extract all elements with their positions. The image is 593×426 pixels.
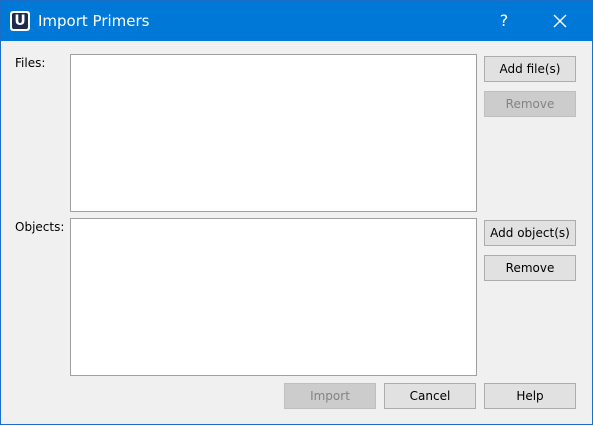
app-logo-letter: U — [12, 13, 28, 29]
help-button[interactable]: Help — [484, 383, 576, 409]
files-label: Files: — [15, 56, 46, 70]
objects-label: Objects: — [15, 220, 65, 234]
add-objects-button[interactable]: Add object(s) — [484, 220, 576, 246]
objects-remove-button[interactable]: Remove — [484, 255, 576, 281]
files-remove-button[interactable]: Remove — [484, 91, 576, 117]
files-list[interactable] — [70, 54, 477, 212]
window-title: Import Primers — [38, 12, 150, 30]
context-help-button[interactable]: ? — [489, 1, 519, 41]
import-button[interactable]: Import — [284, 383, 376, 409]
app-logo-icon: U — [10, 11, 30, 31]
cancel-button[interactable]: Cancel — [384, 383, 476, 409]
title-bar[interactable]: U Import Primers ? — [1, 1, 592, 41]
close-icon — [553, 14, 567, 28]
objects-list[interactable] — [70, 218, 477, 376]
close-button[interactable] — [543, 1, 577, 41]
import-primers-dialog: U Import Primers ? Files: Add file(s) Re… — [0, 0, 593, 425]
add-files-button[interactable]: Add file(s) — [484, 56, 576, 82]
